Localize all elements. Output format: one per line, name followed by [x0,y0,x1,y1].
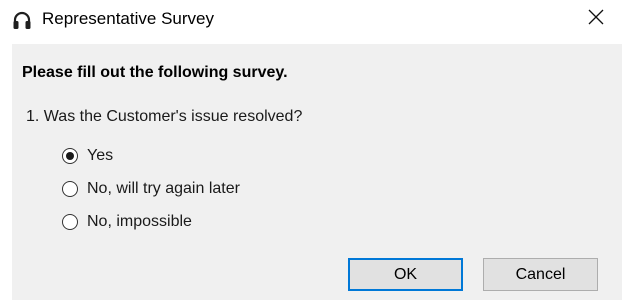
radio-yes[interactable] [62,148,78,164]
option-try-again[interactable]: No, will try again later [62,178,240,200]
close-button[interactable] [576,0,616,38]
option-yes-label: Yes [87,147,114,164]
ok-button[interactable]: OK [348,258,463,291]
close-icon [588,9,604,30]
question-label: 1. Was the Customer's issue resolved? [26,108,303,125]
option-try-again-label: No, will try again later [87,180,240,197]
headset-icon [12,11,32,31]
cancel-button[interactable]: Cancel [483,258,598,291]
survey-panel: Please fill out the following survey. 1.… [12,44,622,300]
radio-impossible[interactable] [62,214,78,230]
window-title: Representative Survey [42,9,214,28]
radio-try-again[interactable] [62,181,78,197]
option-impossible[interactable]: No, impossible [62,211,192,233]
survey-heading: Please fill out the following survey. [22,64,288,81]
option-yes[interactable]: Yes [62,145,113,167]
title-bar: Representative Survey [0,0,622,40]
option-impossible-label: No, impossible [87,213,192,230]
survey-dialog: Representative Survey Please fill out th… [0,0,622,300]
